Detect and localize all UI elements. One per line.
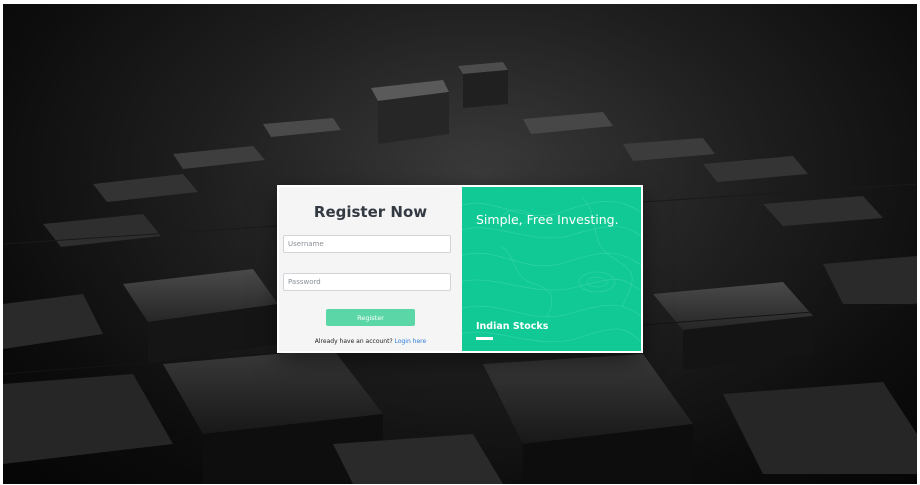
register-button[interactable]: Register [326,309,415,326]
password-input[interactable] [283,273,451,291]
promo-headline: Simple, Free Investing. [476,212,619,227]
promo-underline [476,337,493,340]
login-prompt-line: Already have an account? Login here [279,338,462,345]
login-link[interactable]: Login here [395,338,427,345]
register-form: Register Now Register Already have an ac… [279,187,462,351]
username-input[interactable] [283,235,451,253]
promo-panel: Simple, Free Investing. Indian Stocks [462,187,641,351]
register-card: Register Now Register Already have an ac… [279,187,641,351]
login-prompt-text: Already have an account? [314,338,393,345]
form-title: Register Now [313,203,428,221]
promo-label: Indian Stocks [476,321,549,332]
